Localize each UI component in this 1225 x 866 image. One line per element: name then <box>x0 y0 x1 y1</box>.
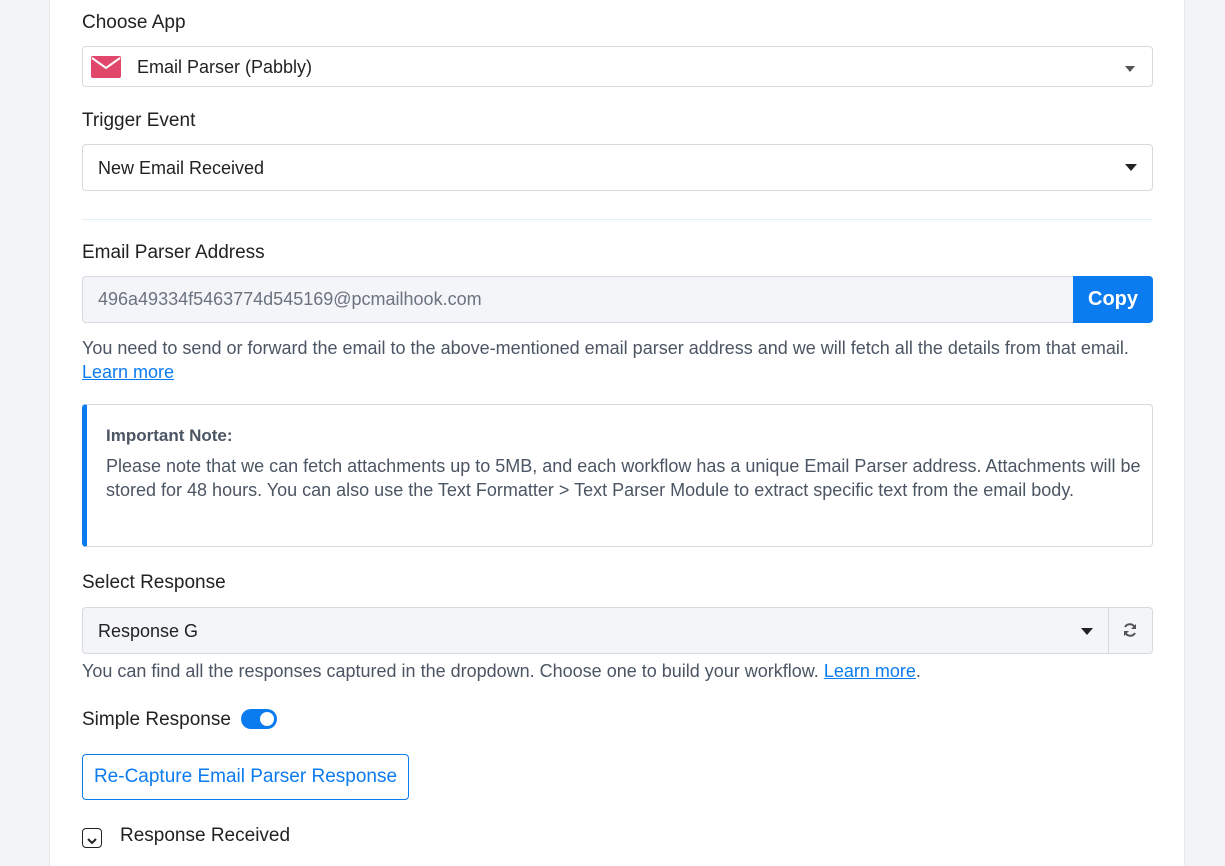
copy-button[interactable]: Copy <box>1073 276 1153 323</box>
toggle-knob <box>260 712 274 726</box>
email-parser-help: You need to send or forward the email to… <box>82 336 1153 384</box>
learn-more-link[interactable]: Learn more <box>824 661 916 681</box>
important-note-title: Important Note: <box>106 426 233 445</box>
chevron-down-icon <box>1125 66 1135 72</box>
select-response-label: Select Response <box>82 572 226 593</box>
response-received-label: Response Received <box>120 825 291 846</box>
choose-app-label: Choose App <box>82 12 186 33</box>
trigger-event-value: New Email Received <box>98 158 265 178</box>
important-note-box: Important Note: Please note that we can … <box>82 404 1153 547</box>
select-response-value: Response G <box>98 621 199 641</box>
select-response-help: You can find all the responses captured … <box>82 659 1153 683</box>
section-divider <box>82 219 1153 220</box>
select-response-select[interactable]: Response G <box>82 607 1109 654</box>
envelope-icon <box>91 56 121 78</box>
refresh-button[interactable] <box>1109 607 1153 654</box>
trigger-event-select[interactable]: New Email Received <box>82 144 1153 191</box>
choose-app-select[interactable]: Email Parser (Pabbly) <box>82 46 1153 87</box>
email-parser-address-label: Email Parser Address <box>82 242 265 263</box>
important-note-body: Please note that we can fetch attachment… <box>106 456 1141 500</box>
email-parser-address-field[interactable]: 496a49334f5463774d545169@pcmailhook.com <box>82 276 1074 323</box>
refresh-icon <box>1122 622 1138 638</box>
simple-response-label: Simple Response <box>82 709 231 730</box>
help-suffix: . <box>915 661 921 681</box>
choose-app-value: Email Parser (Pabbly) <box>137 57 313 77</box>
chevron-down-icon <box>1081 628 1093 635</box>
recapture-response-button[interactable]: Re-Capture Email Parser Response <box>82 754 409 800</box>
trigger-event-label: Trigger Event <box>82 110 196 131</box>
simple-response-toggle[interactable] <box>241 709 277 729</box>
select-response-help-text: You can find all the responses captured … <box>82 661 819 681</box>
email-parser-address-value: 496a49334f5463774d545169@pcmailhook.com <box>98 289 482 309</box>
chevron-down-icon <box>86 833 98 845</box>
learn-more-link[interactable]: Learn more <box>82 362 174 382</box>
chevron-down-icon <box>1125 164 1137 171</box>
response-received-toggle[interactable] <box>82 828 102 848</box>
email-parser-help-text: You need to send or forward the email to… <box>82 338 1129 358</box>
